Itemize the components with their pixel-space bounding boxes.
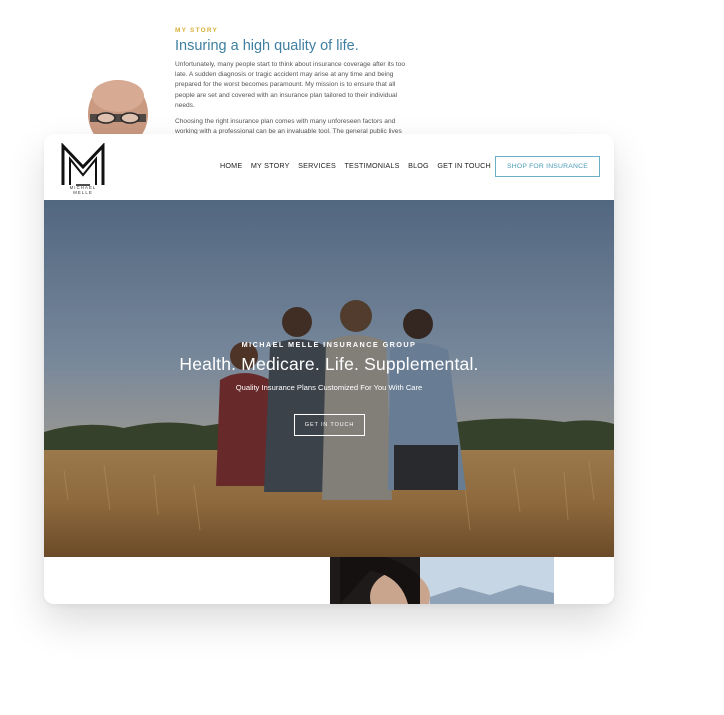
nav-get-in-touch[interactable]: GET IN TOUCH — [437, 161, 491, 170]
nav-services[interactable]: SERVICES — [298, 161, 336, 170]
hero-section: MICHAEL MELLE INSURANCE GROUP Health. Me… — [44, 200, 614, 557]
main-nav: HOME MY STORY SERVICES TESTIMONIALS BLOG… — [220, 161, 499, 170]
nav-my-story[interactable]: MY STORY — [251, 161, 290, 170]
hero-subtitle: Quality Insurance Plans Customized For Y… — [235, 383, 423, 392]
logo-m-icon[interactable] — [60, 142, 106, 191]
get-in-touch-button[interactable]: GET IN TOUCH — [294, 414, 365, 436]
nav-home[interactable]: HOME — [220, 161, 242, 170]
hero-eyebrow: MICHAEL MELLE INSURANCE GROUP — [241, 340, 417, 349]
site-header: MICHAEL MELLE HOME MY STORY SERVICES TES… — [44, 134, 614, 200]
below-hero-section — [44, 557, 614, 604]
logo-text: MICHAEL MELLE — [69, 185, 97, 195]
hero-title: Health. Medicare. Life. Supplemental. — [179, 354, 479, 374]
story-body: Unfortunately, many people start to thin… — [175, 60, 410, 143]
shop-for-insurance-button[interactable]: SHOP FOR INSURANCE — [495, 156, 600, 177]
nav-blog[interactable]: BLOG — [408, 161, 429, 170]
nav-testimonials[interactable]: TESTIMONIALS — [344, 161, 399, 170]
story-label: MY STORY — [175, 27, 219, 34]
website-preview-card: MICHAEL MELLE HOME MY STORY SERVICES TES… — [44, 134, 614, 604]
story-paragraph: Unfortunately, many people start to thin… — [175, 61, 406, 109]
section-photo — [330, 557, 554, 604]
story-title: Insuring a high quality of life. — [175, 38, 359, 54]
hero-background-photo — [44, 200, 614, 557]
